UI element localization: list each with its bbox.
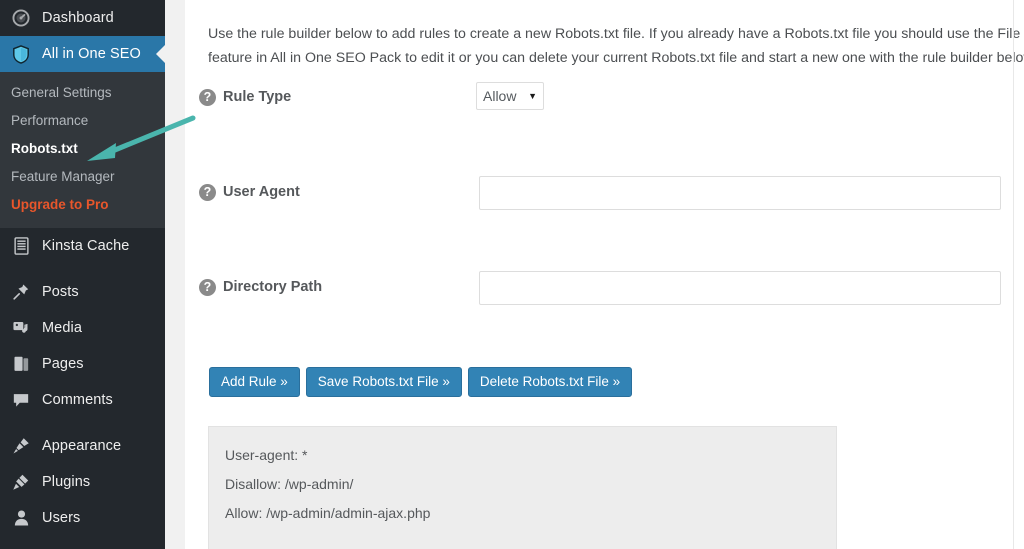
sidebar-subitem-label: Upgrade to Pro (11, 196, 109, 212)
field-label-rule-type: ? Rule Type (199, 86, 291, 108)
field-label-text: Rule Type (223, 89, 292, 105)
save-robots-txt-file-button[interactable]: Save Robots.txt File » (305, 367, 462, 397)
intro-line-1: Use the rule builder below to add rules … (208, 26, 1024, 42)
sidebar-item-comments[interactable]: Comments (0, 382, 165, 418)
sidebar-submenu-all-in-one-seo: General Settings Performance Robots.txt … (0, 72, 165, 228)
plug-icon (9, 472, 33, 492)
server-stack-icon (9, 236, 33, 256)
sidebar-group-divider (0, 264, 165, 274)
field-label-directory-path: ? Directory Path (199, 276, 322, 298)
sidebar-subitem-upgrade-to-pro[interactable]: Upgrade to Pro (0, 190, 165, 218)
field-label-user-agent: ? User Agent (199, 181, 300, 203)
sidebar-item-users[interactable]: Users (0, 500, 165, 536)
user-agent-input[interactable] (479, 176, 1001, 210)
add-rule-button[interactable]: Add Rule » (209, 367, 300, 397)
action-button-row: Add Rule » Save Robots.txt File » Delete… (209, 367, 633, 397)
dashboard-gauge-icon (9, 8, 33, 28)
intro-description: Use the rule builder below to add rules … (208, 22, 1024, 70)
sidebar-item-label: All in One SEO (42, 46, 141, 62)
content-right-edge-rule (1013, 0, 1014, 549)
question-mark-icon[interactable]: ? (199, 278, 216, 296)
sidebar-item-all-in-one-seo[interactable]: All in One SEO (0, 36, 165, 72)
wordpress-admin-screen: Dashboard All in One SEO General Setting… (0, 0, 1024, 549)
sidebar-item-label: Appearance (42, 438, 122, 454)
sidebar-item-label: Kinsta Cache (42, 238, 130, 254)
sidebar-content-gutter (165, 0, 185, 549)
preview-line: Allow: /wp-admin/admin-ajax.php (225, 505, 431, 521)
sidebar-subitem-label: Performance (11, 112, 89, 128)
sidebar-subitem-label: General Settings (11, 84, 112, 100)
sidebar-item-label: Plugins (42, 474, 91, 490)
sidebar-subitem-label: Feature Manager (11, 168, 115, 184)
chevron-down-icon: ▼ (528, 90, 537, 101)
sidebar-item-label: Comments (42, 392, 113, 408)
sidebar-item-posts[interactable]: Posts (0, 274, 165, 310)
sidebar-item-label: Pages (42, 356, 84, 372)
intro-line-2: feature in All in One SEO Pack to edit i… (208, 50, 1024, 66)
preview-line: User-agent: * (225, 447, 308, 463)
sidebar-subitem-performance[interactable]: Performance (0, 106, 165, 134)
comment-bubble-icon (9, 390, 33, 410)
field-row-user-agent: ? User Agent (185, 176, 1024, 221)
sidebar-item-label: Dashboard (42, 10, 114, 26)
sidebar-item-pages[interactable]: Pages (0, 346, 165, 382)
sidebar-subitem-robots-txt[interactable]: Robots.txt (0, 134, 165, 162)
sidebar-item-label: Users (42, 510, 81, 526)
rule-type-selected-value: Allow (483, 88, 517, 104)
robots-txt-rule-builder-panel: Use the rule builder below to add rules … (185, 0, 1024, 549)
sidebar-item-kinsta-cache[interactable]: Kinsta Cache (0, 228, 165, 264)
sidebar-item-dashboard[interactable]: Dashboard (0, 0, 165, 36)
sidebar-item-media[interactable]: Media (0, 310, 165, 346)
admin-sidebar: Dashboard All in One SEO General Setting… (0, 0, 165, 549)
pin-icon (9, 282, 33, 302)
field-row-rule-type: ? Rule Type Allow ▼ (185, 82, 1024, 126)
sidebar-subitem-label: Robots.txt (11, 140, 78, 156)
robots-txt-preview-box: User-agent: * Disallow: /wp-admin/ Allow… (208, 426, 837, 549)
question-mark-icon[interactable]: ? (199, 88, 216, 106)
paintbrush-icon (9, 436, 33, 456)
delete-robots-txt-file-button[interactable]: Delete Robots.txt File » (467, 367, 633, 397)
sidebar-subitem-general-settings[interactable]: General Settings (0, 78, 165, 106)
media-icon (9, 318, 33, 338)
sidebar-group-divider (0, 418, 165, 428)
shield-icon (9, 44, 33, 64)
directory-path-input[interactable] (479, 271, 1001, 305)
question-mark-icon[interactable]: ? (199, 183, 216, 201)
preview-line: Disallow: /wp-admin/ (225, 476, 354, 492)
user-icon (9, 508, 33, 528)
field-row-directory-path: ? Directory Path (185, 271, 1024, 316)
sidebar-item-label: Posts (42, 284, 79, 300)
field-label-text: User Agent (223, 184, 300, 200)
rule-type-select[interactable]: Allow ▼ (476, 82, 544, 110)
sidebar-item-plugins[interactable]: Plugins (0, 464, 165, 500)
sidebar-item-label: Media (42, 320, 82, 336)
sidebar-subitem-feature-manager[interactable]: Feature Manager (0, 162, 165, 190)
field-label-text: Directory Path (223, 279, 323, 295)
pages-icon (9, 354, 33, 374)
sidebar-item-appearance[interactable]: Appearance (0, 428, 165, 464)
